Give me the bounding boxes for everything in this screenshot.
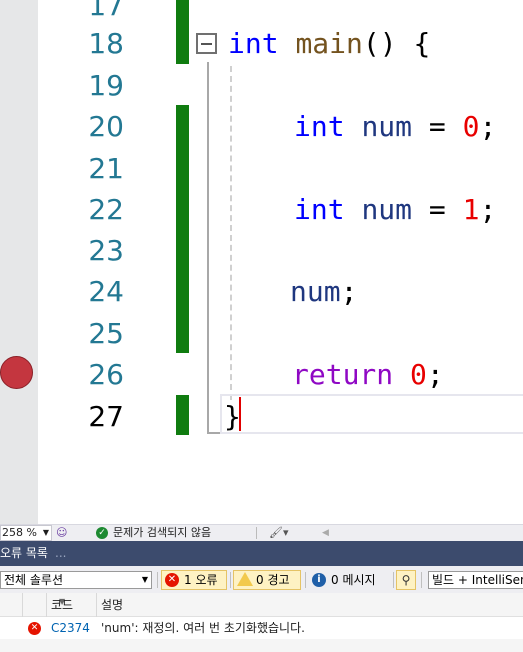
variable-name: num <box>290 275 341 308</box>
change-indicator <box>176 105 189 353</box>
chevron-down-icon: ▼ <box>42 528 49 537</box>
scope-value: 전체 솔루션 <box>4 573 64 587</box>
line-number: 24 <box>88 275 124 308</box>
line-number: 22 <box>88 193 124 226</box>
line-number: 19 <box>88 69 124 102</box>
breakpoint-margin[interactable] <box>0 0 38 524</box>
separator <box>393 572 394 588</box>
semicolon: ; <box>426 358 444 391</box>
code-line-18[interactable]: int main() { <box>228 24 430 64</box>
line-number-active: 27 <box>88 400 124 433</box>
separator <box>305 572 306 588</box>
keyword: int <box>294 110 345 143</box>
messages-filter-button[interactable]: i 0 메시지 <box>308 570 392 590</box>
errors-filter-button[interactable]: ✕ 1 오류 <box>161 570 227 590</box>
warnings-count: 0 경고 <box>256 573 290 587</box>
feedback-icon[interactable]: ☺ <box>56 526 67 539</box>
error-list-panel: 오류 목록 ... 전체 솔루션 ▼ ✕ 1 오류 0 경고 i 0 메시지 ⚲… <box>0 541 523 652</box>
column-header-description[interactable]: 설명 <box>96 593 523 617</box>
separator <box>421 572 422 588</box>
variable-name: num <box>361 110 413 143</box>
punctuation: () { <box>362 27 431 60</box>
error-icon: ✕ <box>28 622 41 635</box>
code-line-20[interactable]: int num = 0; <box>294 107 496 147</box>
fold-region-line <box>207 62 209 434</box>
separator <box>230 572 231 588</box>
warning-icon <box>237 572 253 586</box>
source-value: 빌드 + IntelliSense <box>432 573 523 587</box>
check-circle-icon: ✓ <box>96 527 108 539</box>
source-dropdown[interactable]: 빌드 + IntelliSense <box>428 571 523 589</box>
brush-icon[interactable]: 🖌▾ <box>269 525 289 540</box>
scroll-left-icon[interactable]: ◀ <box>322 525 329 541</box>
panel-title: 오류 목록 <box>0 546 48 560</box>
current-line-highlight <box>220 394 523 434</box>
errors-count: 1 오류 <box>184 573 218 587</box>
line-number: 23 <box>88 234 124 267</box>
operator: = <box>412 193 463 226</box>
column-header-code[interactable]: 코드 <box>46 593 96 617</box>
control-keyword: return <box>292 358 394 391</box>
code-editor[interactable]: 17 18 19 20 21 22 23 24 25 26 27 int mai… <box>0 0 523 524</box>
chevron-down-icon: ▼ <box>141 575 148 584</box>
breakpoint-icon[interactable] <box>0 356 33 389</box>
panel-title-bar[interactable]: 오류 목록 ... <box>0 541 523 566</box>
error-description: 'num': 재정의. 여러 번 초기화했습니다. <box>101 621 305 635</box>
error-icon: ✕ <box>165 573 179 587</box>
variable-name: num <box>361 193 413 226</box>
editor-status-bar: 258 % ▼ ☺ ✓ 문제가 검색되지 않음 🖌▾ ◀ <box>0 524 523 541</box>
line-number: 17 <box>88 0 124 22</box>
semicolon: ; <box>479 110 497 143</box>
code-line-24[interactable]: num; <box>290 272 357 312</box>
warnings-filter-button[interactable]: 0 경고 <box>233 570 301 590</box>
code-line-26[interactable]: return 0; <box>292 355 444 395</box>
number-literal: 0 <box>410 358 427 391</box>
fold-region-end <box>207 432 221 434</box>
line-number: 26 <box>88 358 124 391</box>
line-number: 20 <box>88 110 124 143</box>
column-header-type[interactable]: ▼ <box>22 593 65 617</box>
filter-icon[interactable]: ⚲ <box>396 570 416 590</box>
messages-count: 0 메시지 <box>331 573 376 587</box>
zoom-dropdown[interactable]: 258 % ▼ <box>0 525 52 541</box>
semicolon: ; <box>340 275 358 308</box>
table-row[interactable]: ✕ C2374 'num': 재정의. 여러 번 초기화했습니다. <box>0 617 523 639</box>
text-caret <box>239 397 241 431</box>
issues-status[interactable]: 문제가 검색되지 않음 <box>113 526 211 540</box>
keyword: int <box>294 193 345 226</box>
separator <box>256 527 257 539</box>
fold-collapse-icon[interactable] <box>196 33 217 54</box>
keyword: int <box>228 27 279 60</box>
line-number: 18 <box>88 27 124 60</box>
number-literal: 0 <box>462 110 480 143</box>
error-code-link[interactable]: C2374 <box>51 617 90 639</box>
change-indicator <box>176 0 189 64</box>
operator: = <box>412 110 463 143</box>
error-list-header: ▼ 코드 설명 <box>0 593 523 617</box>
scope-dropdown[interactable]: 전체 솔루션 ▼ <box>0 571 152 589</box>
zoom-level: 258 % <box>2 526 37 539</box>
separator <box>157 572 158 588</box>
line-number: 25 <box>88 317 124 350</box>
change-indicator <box>176 395 189 435</box>
indent-guide <box>230 66 232 400</box>
panel-title-overflow: ... <box>55 546 67 560</box>
info-icon: i <box>312 573 326 587</box>
error-list-toolbar: 전체 솔루션 ▼ ✕ 1 오류 0 경고 i 0 메시지 ⚲ 빌드 + Inte… <box>0 566 523 593</box>
line-number: 21 <box>88 152 124 185</box>
number-literal: 1 <box>462 193 480 226</box>
semicolon: ; <box>479 193 497 226</box>
function-name: main <box>295 27 363 60</box>
code-line-22[interactable]: int num = 1; <box>294 190 496 230</box>
